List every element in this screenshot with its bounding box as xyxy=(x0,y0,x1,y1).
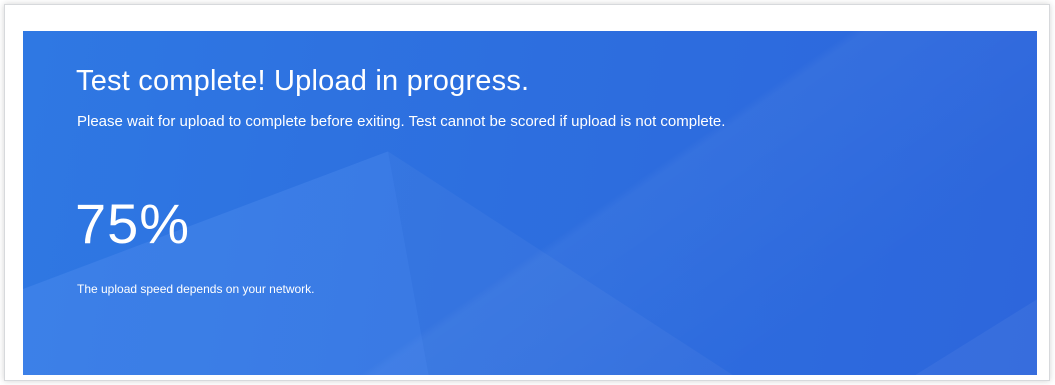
upload-status-panel: Test complete! Upload in progress. Pleas… xyxy=(4,4,1050,381)
upload-status-banner: Test complete! Upload in progress. Pleas… xyxy=(23,31,1037,375)
upload-progress-percent: 75% xyxy=(75,192,191,255)
status-title: Test complete! Upload in progress. xyxy=(76,65,530,97)
status-subtitle: Please wait for upload to complete befor… xyxy=(77,113,726,130)
upload-speed-note: The upload speed depends on your network… xyxy=(77,282,315,296)
